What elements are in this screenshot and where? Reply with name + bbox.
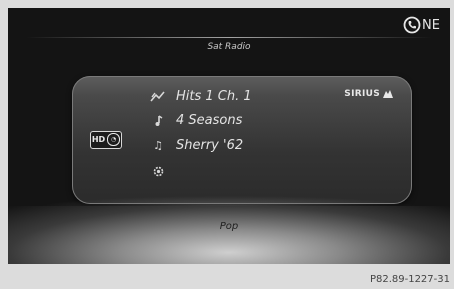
- logo: NE: [403, 14, 440, 36]
- track-title: Sherry '62: [176, 138, 244, 153]
- title-divider: [26, 37, 432, 38]
- screen-title: Sat Radio: [207, 42, 251, 52]
- sirius-logo: SIRIUS: [344, 89, 394, 99]
- artist-name: 4 Seasons: [176, 113, 243, 128]
- music-note-icon: ♫: [153, 139, 163, 152]
- artist-icon: [150, 114, 166, 128]
- gear-icon: [150, 164, 166, 178]
- phone-circle-icon: [403, 16, 421, 34]
- radio-screen: NE Sat Radio HD ◔ Hits 1 Ch. 1 4 Seasons …: [8, 8, 450, 264]
- sirius-dog-icon: [383, 90, 393, 98]
- channel-icon: [150, 90, 166, 104]
- channel-name: Hits 1 Ch. 1: [176, 89, 252, 104]
- figure-code: P82.89-1227-31: [369, 274, 450, 285]
- artist-row[interactable]: 4 Seasons: [150, 113, 242, 128]
- station-card[interactable]: HD ◔ Hits 1 Ch. 1 4 Seasons ♫ Sherry '62 …: [72, 76, 412, 204]
- hd-radio-badge: HD ◔: [90, 131, 122, 149]
- logo-text: NE: [422, 17, 440, 33]
- category-bar[interactable]: [8, 206, 450, 264]
- channel-row[interactable]: Hits 1 Ch. 1: [150, 89, 252, 104]
- settings-row[interactable]: [150, 164, 176, 178]
- track-row[interactable]: ♫ Sherry '62: [150, 138, 243, 153]
- category-label: Pop: [219, 221, 239, 232]
